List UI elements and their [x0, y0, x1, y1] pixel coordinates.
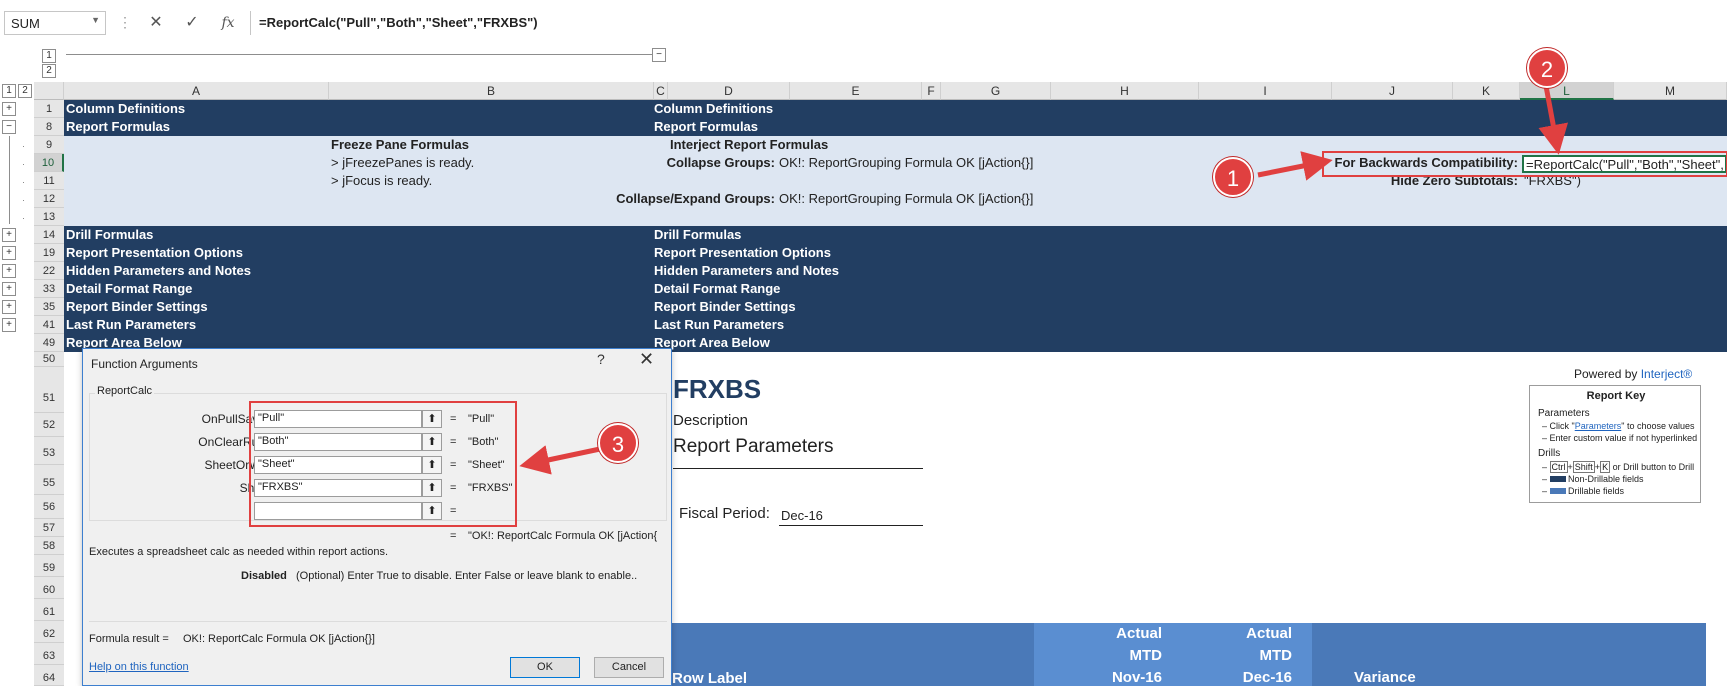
annotation-marker-2: 2 — [1527, 48, 1567, 88]
arrow-3 — [519, 445, 601, 475]
annotation-marker-3: 3 — [598, 423, 638, 463]
arrow-1 — [1257, 151, 1333, 181]
annotation-arrows — [519, 85, 1569, 475]
arrow-2 — [1538, 85, 1569, 155]
excel-window: SUM ▼ ⋮ ✕ ✓ fx =ReportCalc("Pull","Both"… — [0, 0, 1727, 686]
annotation-marker-1: 1 — [1213, 157, 1253, 197]
